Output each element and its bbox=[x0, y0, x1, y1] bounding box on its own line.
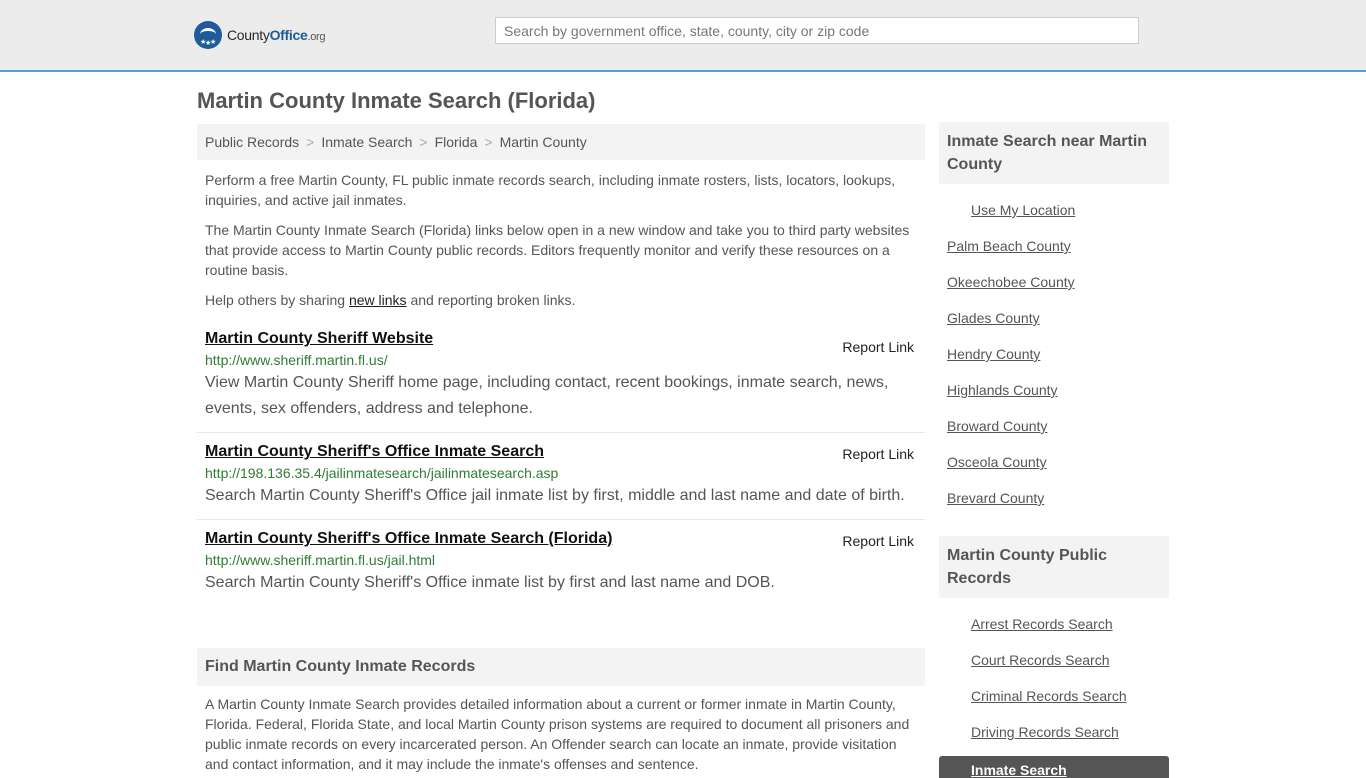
breadcrumb-separator: > bbox=[484, 134, 493, 150]
find-records-text: A Martin County Inmate Search provides d… bbox=[205, 696, 910, 772]
nearby-county-link[interactable]: Hendry County bbox=[947, 346, 1040, 362]
find-records-heading: Find Martin County Inmate Records bbox=[197, 648, 925, 686]
list-item-active: Inmate Search bbox=[939, 756, 1169, 778]
sidebar: Inmate Search near Martin County Use My … bbox=[939, 122, 1169, 778]
breadcrumb: Public Records > Inmate Search > Florida… bbox=[197, 124, 925, 160]
report-link-button[interactable]: Report Link bbox=[842, 533, 914, 549]
nearby-county-link[interactable]: Highlands County bbox=[947, 382, 1058, 398]
list-item: Glades County bbox=[939, 300, 1169, 336]
list-item: Hendry County bbox=[939, 336, 1169, 372]
intro-paragraph-3: Help others by sharing new links and rep… bbox=[205, 290, 917, 310]
search-input[interactable] bbox=[495, 17, 1139, 44]
nearby-county-link[interactable]: Glades County bbox=[947, 310, 1040, 326]
records-link[interactable]: Driving Records Search bbox=[971, 724, 1119, 740]
nearby-county-link[interactable]: Okeechobee County bbox=[947, 274, 1075, 290]
intro-paragraph-1: Perform a free Martin County, FL public … bbox=[205, 172, 896, 208]
resource-link-description: View Martin County Sheriff home page, in… bbox=[205, 374, 889, 417]
list-item: Arrest Records Search bbox=[939, 606, 1169, 642]
intro-report-text: and reporting broken links. bbox=[406, 292, 576, 308]
nearby-county-link[interactable]: Brevard County bbox=[947, 490, 1044, 506]
active-records-link[interactable]: Inmate Search bbox=[971, 762, 1067, 778]
breadcrumb-inmate-search[interactable]: Inmate Search bbox=[321, 134, 412, 150]
page-title: Martin County Inmate Search (Florida) bbox=[197, 88, 596, 113]
intro-text: Perform a free Martin County, FL public … bbox=[197, 170, 925, 310]
resource-link-title[interactable]: Martin County Sheriff's Office Inmate Se… bbox=[205, 443, 544, 461]
use-my-location-link[interactable]: Use My Location bbox=[971, 202, 1075, 218]
list-item: Court Records Search bbox=[939, 642, 1169, 678]
intro-paragraph-2: The Martin County Inmate Search (Florida… bbox=[205, 222, 910, 278]
records-link[interactable]: Criminal Records Search bbox=[971, 688, 1127, 704]
site-logo[interactable]: ★ ★ ★ CountyOffice.org bbox=[194, 20, 326, 50]
resource-link-item: Martin County Sheriff Website Report Lin… bbox=[197, 330, 925, 433]
nearby-county-link[interactable]: Osceola County bbox=[947, 454, 1047, 470]
nearby-county-link[interactable]: Palm Beach County bbox=[947, 238, 1071, 254]
records-link[interactable]: Court Records Search bbox=[971, 652, 1110, 668]
resource-link-description: Search Martin County Sheriff's Office ja… bbox=[205, 487, 905, 504]
nearby-list: Use My Location Palm Beach County Okeech… bbox=[939, 192, 1169, 516]
breadcrumb-florida[interactable]: Florida bbox=[435, 134, 478, 150]
intro-share-text: Help others by sharing bbox=[205, 292, 349, 308]
list-item: Brevard County bbox=[939, 480, 1169, 516]
resource-link-item: Martin County Sheriff's Office Inmate Se… bbox=[197, 433, 925, 520]
list-item: Criminal Records Search bbox=[939, 678, 1169, 714]
resource-link-url: http://www.sheriff.martin.fl.us/jail.htm… bbox=[205, 552, 436, 568]
public-records-list: Arrest Records Search Court Records Sear… bbox=[939, 606, 1169, 778]
list-item: Use My Location bbox=[939, 192, 1169, 228]
nearby-county-link[interactable]: Broward County bbox=[947, 418, 1047, 434]
breadcrumb-separator: > bbox=[306, 134, 315, 150]
logo-text: CountyOffice.org bbox=[227, 27, 326, 43]
breadcrumb-separator: > bbox=[419, 134, 428, 150]
resource-link-url: http://198.136.35.4/jailinmatesearch/jai… bbox=[205, 465, 559, 481]
list-item: Driving Records Search bbox=[939, 714, 1169, 750]
list-item: Highlands County bbox=[939, 372, 1169, 408]
resource-link-item: Martin County Sheriff's Office Inmate Se… bbox=[197, 520, 925, 606]
report-link-button[interactable]: Report Link bbox=[842, 339, 914, 355]
breadcrumb-martin-county[interactable]: Martin County bbox=[500, 134, 587, 150]
new-links-link[interactable]: new links bbox=[349, 292, 407, 308]
resource-link-title[interactable]: Martin County Sheriff Website bbox=[205, 330, 433, 348]
resource-link-url: http://www.sheriff.martin.fl.us/ bbox=[205, 352, 388, 368]
list-item: Osceola County bbox=[939, 444, 1169, 480]
resource-link-description: Search Martin County Sheriff's Office in… bbox=[205, 574, 775, 591]
nearby-heading: Inmate Search near Martin County bbox=[939, 122, 1169, 184]
list-item: Palm Beach County bbox=[939, 228, 1169, 264]
breadcrumb-public-records[interactable]: Public Records bbox=[205, 134, 299, 150]
list-item: Broward County bbox=[939, 408, 1169, 444]
public-records-heading: Martin County Public Records bbox=[939, 536, 1169, 598]
main-content: Public Records > Inmate Search > Florida… bbox=[197, 124, 925, 774]
resource-link-title[interactable]: Martin County Sheriff's Office Inmate Se… bbox=[205, 530, 612, 548]
report-link-button[interactable]: Report Link bbox=[842, 446, 914, 462]
records-link[interactable]: Arrest Records Search bbox=[971, 616, 1113, 632]
list-item: Okeechobee County bbox=[939, 264, 1169, 300]
top-header: ★ ★ ★ CountyOffice.org bbox=[0, 0, 1366, 72]
logo-eagle-icon: ★ ★ ★ bbox=[194, 21, 222, 49]
